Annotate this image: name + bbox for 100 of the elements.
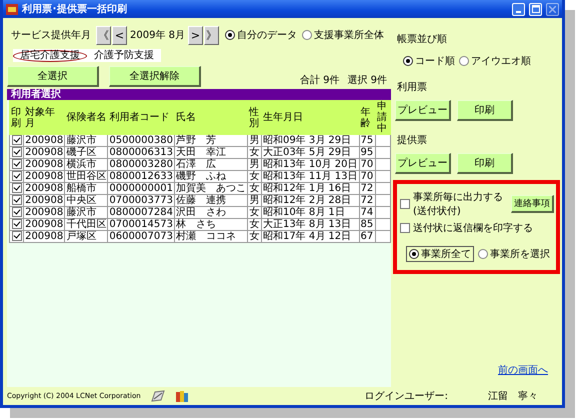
table-cell: 200908 [24, 146, 65, 158]
table-cell: 0700014573 [108, 218, 174, 230]
table-cell: 磯子区 [64, 146, 108, 158]
print-checkbox[interactable] [12, 195, 22, 206]
table-cell: 0800012633 [108, 170, 174, 182]
books-icon[interactable] [174, 390, 189, 402]
table-cell: 女 [247, 170, 262, 182]
table-cell: 0700003773 [108, 194, 174, 206]
table-cell: 200908 [24, 158, 65, 170]
column-header: 保険者名 [64, 100, 108, 134]
table-cell: 横浜市 [64, 158, 108, 170]
print-checkbox[interactable] [12, 159, 22, 170]
table-cell: 0000000001 [108, 182, 174, 194]
column-header: 性別 [247, 100, 262, 134]
login-user-label: ログインユーザー: [364, 390, 448, 403]
table-cell: 船橋市 [64, 182, 108, 194]
table-cell: 男 [247, 194, 262, 206]
table-cell: 昭和13年 10月 20日 [261, 158, 360, 170]
table-cell: 昭和10年 8月 1日 [261, 206, 360, 218]
sort-order-radio-label: コード順 [415, 55, 455, 68]
table-cell: 0800007284 [108, 206, 174, 218]
table-cell: 天田 幸江 [174, 146, 248, 158]
count-text: 合計 9件 [300, 74, 340, 87]
table-cell: 200908 [24, 218, 65, 230]
radio-button[interactable] [409, 249, 419, 259]
print-checkbox[interactable] [12, 219, 22, 230]
table-cell: 女 [247, 230, 262, 242]
radio-button[interactable] [302, 30, 312, 40]
table-cell: 0500000380 [108, 134, 174, 146]
window-title: 利用票･提供票一括印刷 [22, 2, 128, 16]
print-button[interactable]: 印刷 [457, 100, 513, 121]
table-cell: 70 [359, 158, 376, 170]
table-cell: 女 [247, 218, 262, 230]
table-cell: 女 [247, 146, 262, 158]
table-cell: 女 [247, 206, 262, 218]
month-nav-button[interactable]: > [188, 26, 203, 44]
table-cell: 95 [359, 146, 376, 158]
deselect-all-button[interactable]: 全選択解除 [109, 66, 201, 87]
notes-button[interactable]: 連絡事項 [511, 195, 554, 213]
preview-button[interactable]: プレビュー [395, 153, 451, 174]
table-cell: 男 [247, 134, 262, 146]
table-cell: 昭和12年 1月 16日 [261, 182, 360, 194]
radio-button[interactable] [459, 56, 469, 66]
table-cell: 72 [359, 194, 376, 206]
option-checkbox[interactable] [400, 199, 410, 209]
month-nav-button[interactable]: < [112, 26, 127, 44]
table-cell: 世田谷区 [64, 170, 108, 182]
table-cell: 0800006313 [108, 146, 174, 158]
table-cell: 大正13年 8月 13日 [261, 218, 360, 230]
table-cell: 藤沢市 [64, 206, 108, 218]
column-header: 生年月日 [261, 100, 360, 134]
column-header: 氏名 [174, 100, 248, 134]
radio-button[interactable] [478, 249, 488, 259]
table-cell: 昭和12年 2月 28日 [261, 194, 360, 206]
month-value: 2009年 8月 [130, 29, 185, 42]
table-cell: 女 [247, 182, 262, 194]
print-button[interactable]: 印刷 [457, 153, 513, 174]
print-checkbox[interactable] [12, 135, 22, 146]
month-nav-button[interactable]: 《 [96, 26, 111, 44]
table-cell: 佐藤 連携 [174, 194, 248, 206]
table-cell: 戸塚区 [64, 230, 108, 242]
minimize-button[interactable] [512, 2, 525, 16]
pen-icon[interactable] [150, 390, 165, 402]
month-nav-button[interactable]: 》 [204, 26, 219, 44]
table-cell: 磯野 ふね [174, 170, 248, 182]
list-title-bar: 利用者選択 [7, 89, 391, 100]
print-checkbox[interactable] [12, 171, 22, 182]
table-cell: 74 [359, 206, 376, 218]
print-checkbox[interactable] [12, 231, 22, 242]
service-tab[interactable]: 居宅介護支援 [13, 50, 87, 62]
service-month-label: サービス提供年月 [11, 29, 91, 42]
column-header: 印刷 [10, 100, 24, 134]
table-cell: 85 [359, 218, 376, 230]
preview-button[interactable]: プレビュー [395, 100, 451, 121]
data-scope-radio-label: 支援事業所全体 [314, 28, 384, 42]
table-cell: 200908 [24, 230, 65, 242]
radio-button[interactable] [225, 30, 235, 40]
table-cell: 0800003280 [108, 158, 174, 170]
table-cell: 村瀬 ココネ [174, 230, 248, 242]
close-icon [549, 6, 556, 12]
table-cell: 男 [247, 158, 262, 170]
print-checkbox[interactable] [12, 183, 22, 194]
column-header: 利用者コード [108, 100, 174, 134]
table-cell: 石澤 広 [174, 158, 248, 170]
radio-button[interactable] [403, 56, 413, 66]
print-checkbox[interactable] [12, 207, 22, 218]
table-cell: 200908 [24, 206, 65, 218]
select-all-button[interactable]: 全選択 [7, 66, 99, 87]
table-cell: 昭和09年 3月 29日 [261, 134, 360, 146]
sort-order-label: 帳票並び順 [397, 33, 448, 46]
table-cell: 大正03年 5月 29日 [261, 146, 360, 158]
close-button[interactable] [546, 2, 559, 16]
table-cell: 75 [359, 134, 376, 146]
print-checkbox[interactable] [12, 147, 22, 158]
back-link[interactable]: 前の画面へ [498, 364, 548, 377]
service-tab[interactable]: 介護予防支援 [87, 50, 161, 62]
maximize-button[interactable] [529, 2, 542, 16]
app-icon [6, 4, 18, 14]
form-label: 提供票 [397, 134, 428, 147]
option-checkbox[interactable] [400, 223, 410, 233]
